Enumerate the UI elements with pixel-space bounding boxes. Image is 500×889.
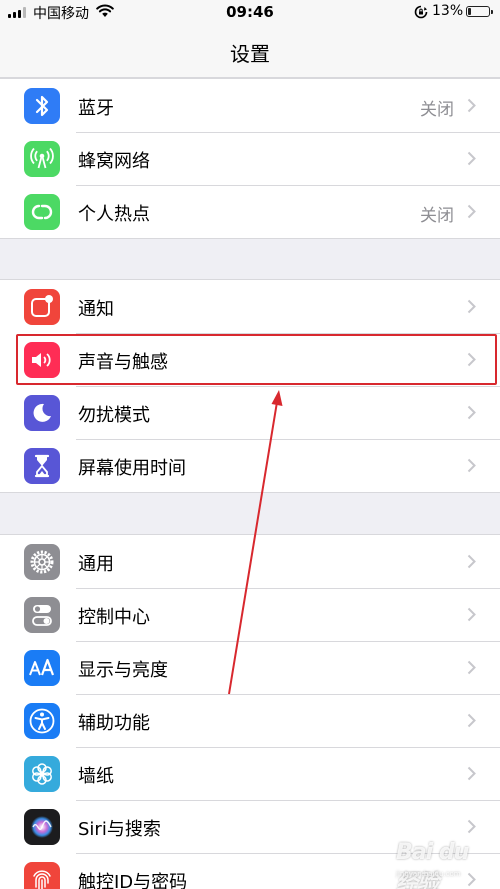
- watermark-url: jingyan.baidu.com: [396, 870, 461, 878]
- settings-group-alerts: 通知 声音与触感 勿扰模式 屏幕使用时间: [0, 279, 500, 493]
- settings-row-label: 通知: [78, 299, 114, 320]
- chevron-right-icon: [467, 204, 476, 219]
- settings-row-control-center[interactable]: 控制中心: [0, 588, 500, 641]
- cellular-icon: [24, 141, 60, 177]
- siri-icon: [24, 809, 60, 845]
- battery-percentage: 13%: [432, 3, 464, 19]
- chevron-right-icon: [467, 766, 476, 781]
- settings-row-value: 关闭: [420, 100, 454, 120]
- watermark-logo: Bai du 经验 jingyan.baidu.com: [396, 840, 492, 889]
- settings-row-label: 蓝牙: [78, 98, 114, 119]
- watermark-text: Bai du 经验: [396, 840, 469, 889]
- settings-row-label: 控制中心: [78, 607, 150, 628]
- settings-row-display-brightness[interactable]: 显示与亮度: [0, 641, 500, 694]
- fingerprint-icon: [24, 862, 60, 889]
- settings-row-notifications[interactable]: 通知: [0, 280, 500, 333]
- navigation-bar: 设置: [0, 24, 500, 78]
- settings-row-label: 屏幕使用时间: [78, 458, 186, 479]
- switches-icon: [24, 597, 60, 633]
- settings-row-label: 通用: [78, 554, 114, 575]
- flower-icon: [24, 756, 60, 792]
- chevron-right-icon: [467, 819, 476, 834]
- settings-row-label: Siri与搜索: [78, 819, 161, 840]
- battery-icon: [466, 6, 493, 17]
- settings-row-screen-time[interactable]: 屏幕使用时间: [0, 439, 500, 492]
- settings-row-value: 关闭: [420, 206, 454, 226]
- settings-row-label: 蜂窝网络: [78, 151, 150, 172]
- settings-row-general[interactable]: 通用: [0, 535, 500, 588]
- settings-row-wallpaper[interactable]: 墙纸: [0, 747, 500, 800]
- settings-row-label: 声音与触感: [78, 352, 168, 373]
- settings-row-label: 显示与亮度: [78, 660, 168, 681]
- chevron-right-icon: [467, 713, 476, 728]
- settings-group-general: 通用 控制中心 显示与亮度 辅助功能 墙纸 Siri与搜索 触控ID与密码: [0, 534, 500, 889]
- accessibility-icon: [24, 703, 60, 739]
- sound-icon: [24, 342, 60, 378]
- chevron-right-icon: [467, 405, 476, 420]
- chevron-right-icon: [467, 299, 476, 314]
- settings-row-label: 勿扰模式: [78, 405, 150, 426]
- chevron-right-icon: [467, 660, 476, 675]
- hourglass-icon: [24, 448, 60, 484]
- settings-row-accessibility[interactable]: 辅助功能: [0, 694, 500, 747]
- chevron-right-icon: [467, 554, 476, 569]
- settings-row-cellular[interactable]: 蜂窝网络: [0, 132, 500, 185]
- settings-row-hotspot[interactable]: 个人热点 关闭: [0, 185, 500, 238]
- chevron-right-icon: [467, 458, 476, 473]
- settings-row-label: 个人热点: [78, 204, 150, 225]
- chevron-right-icon: [467, 607, 476, 622]
- hotspot-icon: [24, 194, 60, 230]
- text-size-icon: [24, 650, 60, 686]
- chevron-right-icon: [467, 98, 476, 113]
- settings-row-label: 辅助功能: [78, 713, 150, 734]
- gear-icon: [24, 544, 60, 580]
- settings-row-bluetooth[interactable]: 蓝牙 关闭: [0, 79, 500, 132]
- settings-row-sounds-haptics[interactable]: 声音与触感: [0, 333, 500, 386]
- settings-row-label: 触控ID与密码: [78, 872, 188, 889]
- page-title: 设置: [230, 42, 270, 66]
- battery-level: [468, 8, 471, 15]
- settings-row-do-not-disturb[interactable]: 勿扰模式: [0, 386, 500, 439]
- rotation-lock-icon: [414, 5, 428, 19]
- settings-row-label: 墙纸: [78, 766, 114, 787]
- bluetooth-icon: [24, 88, 60, 124]
- notifications-icon: [24, 289, 60, 325]
- settings-screen: 中国移动 09:46 13% 设置 蓝牙 关闭 蜂窝网络 个人热点 关闭 通知 …: [0, 0, 500, 889]
- chevron-right-icon: [467, 352, 476, 367]
- settings-group-connectivity: 蓝牙 关闭 蜂窝网络 个人热点 关闭: [0, 78, 500, 239]
- status-bar: 中国移动 09:46 13%: [0, 0, 500, 24]
- chevron-right-icon: [467, 151, 476, 166]
- moon-icon: [24, 395, 60, 431]
